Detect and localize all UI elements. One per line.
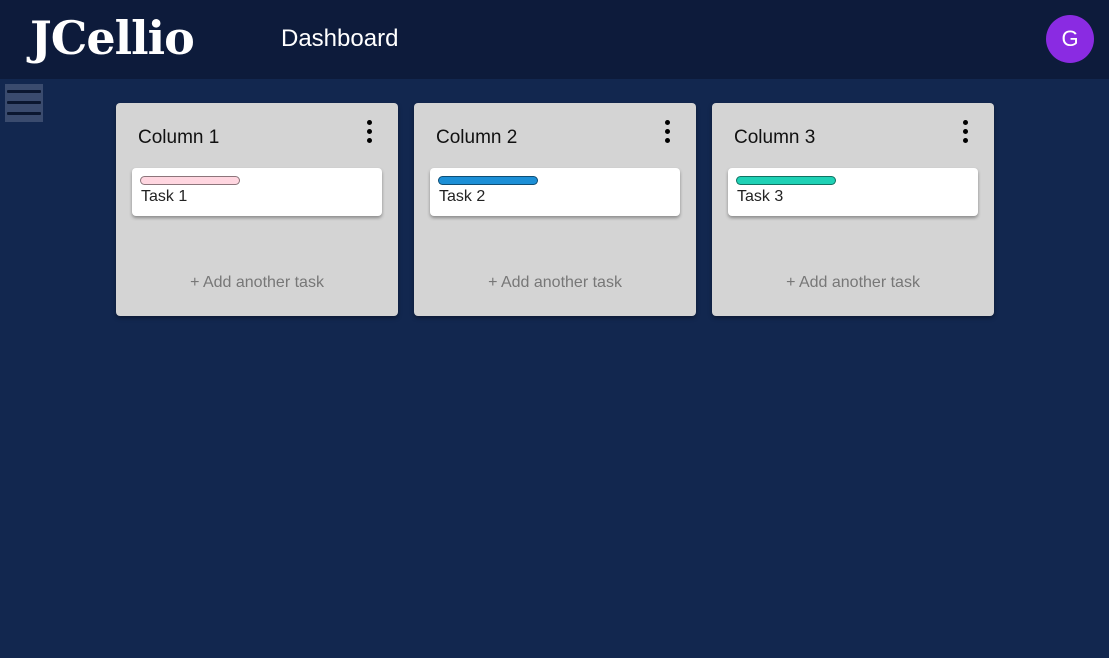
hamburger-menu-icon[interactable] bbox=[5, 84, 43, 122]
page-title[interactable]: Dashboard bbox=[281, 24, 398, 54]
task-title: Task 2 bbox=[439, 188, 486, 205]
add-task-button[interactable]: + Add another task bbox=[116, 273, 398, 293]
more-vertical-icon[interactable] bbox=[360, 118, 380, 148]
task-card[interactable]: Task 2 bbox=[430, 168, 680, 216]
more-vertical-icon[interactable] bbox=[658, 118, 678, 148]
user-avatar[interactable]: G bbox=[1046, 15, 1094, 63]
task-label-tag bbox=[438, 176, 538, 185]
board-column-2: Column 2 Task 2 + Add another task bbox=[414, 103, 696, 316]
column-title[interactable]: Column 3 bbox=[734, 127, 815, 149]
task-card[interactable]: Task 1 bbox=[132, 168, 382, 216]
hamburger-line bbox=[7, 101, 41, 104]
add-task-button[interactable]: + Add another task bbox=[414, 273, 696, 293]
hamburger-line bbox=[7, 112, 41, 115]
board-column-3: Column 3 Task 3 + Add another task bbox=[712, 103, 994, 316]
task-card[interactable]: Task 3 bbox=[728, 168, 978, 216]
task-title: Task 3 bbox=[737, 188, 784, 205]
top-nav-bar: JCellio Dashboard G bbox=[0, 0, 1109, 79]
column-title[interactable]: Column 1 bbox=[138, 127, 219, 149]
column-title[interactable]: Column 2 bbox=[436, 127, 517, 149]
task-label-tag bbox=[140, 176, 240, 185]
board-column-1: Column 1 Task 1 + Add another task bbox=[116, 103, 398, 316]
more-vertical-icon[interactable] bbox=[956, 118, 976, 148]
app-logo[interactable]: JCellio bbox=[30, 8, 195, 68]
task-title: Task 1 bbox=[141, 188, 188, 205]
task-label-tag bbox=[736, 176, 836, 185]
hamburger-line bbox=[7, 90, 41, 93]
add-task-button[interactable]: + Add another task bbox=[712, 273, 994, 293]
